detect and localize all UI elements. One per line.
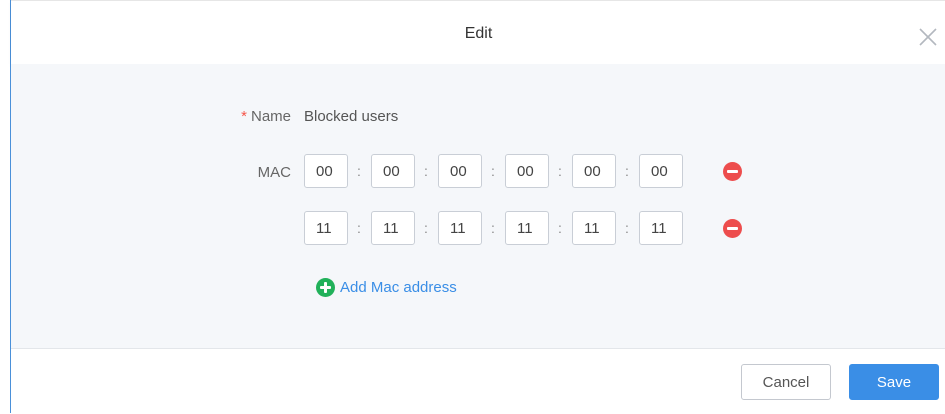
mac-octet-input[interactable] xyxy=(438,211,482,245)
save-button[interactable]: Save xyxy=(849,364,939,400)
close-icon[interactable] xyxy=(918,27,938,47)
dialog-header: Edit xyxy=(11,0,945,65)
plus-circle-icon xyxy=(316,277,335,297)
name-label-wrapper: * Name xyxy=(211,108,291,125)
name-label: Name xyxy=(250,108,291,125)
mac-separator: : xyxy=(424,220,428,236)
dialog-body: *Name Blocked users MAC :::::::::: Add M… xyxy=(11,64,945,348)
mac-separator: : xyxy=(625,163,629,179)
mac-octet-input[interactable] xyxy=(371,211,415,245)
mac-label: MAC xyxy=(257,164,291,181)
mac-octet-input[interactable] xyxy=(572,211,616,245)
mac-octet-input[interactable] xyxy=(639,154,683,188)
minus-circle-icon[interactable] xyxy=(723,162,742,181)
mac-separator: : xyxy=(558,163,562,179)
mac-octet-input[interactable] xyxy=(438,154,482,188)
mac-separator: : xyxy=(491,220,495,236)
dialog-footer: Cancel Save xyxy=(11,348,945,414)
mac-octet-input[interactable] xyxy=(572,154,616,188)
mac-separator: : xyxy=(558,220,562,236)
mac-octet-input[interactable] xyxy=(505,211,549,245)
dialog-title: Edit xyxy=(464,25,493,42)
minus-circle-icon[interactable] xyxy=(723,219,742,238)
mac-octet-input[interactable] xyxy=(639,211,683,245)
cancel-button[interactable]: Cancel xyxy=(741,364,831,400)
mac-octet-input[interactable] xyxy=(304,211,348,245)
mac-separator: : xyxy=(357,220,361,236)
add-mac-address-button[interactable]: Add Mac address xyxy=(316,277,457,297)
mac-separator: : xyxy=(491,163,495,179)
mac-octet-input[interactable] xyxy=(505,154,549,188)
mac-separator: : xyxy=(424,163,428,179)
name-value: Blocked users xyxy=(304,108,399,125)
add-mac-address-label: Add Mac address xyxy=(340,278,457,296)
mac-octet-input[interactable] xyxy=(371,154,415,188)
mac-octet-input[interactable] xyxy=(304,154,348,188)
mac-separator: : xyxy=(357,163,361,179)
required-mark: * xyxy=(241,108,247,125)
mac-separator: : xyxy=(625,220,629,236)
edit-dialog: Edit *Name Blocked users MAC :::::::::: … xyxy=(10,0,945,414)
